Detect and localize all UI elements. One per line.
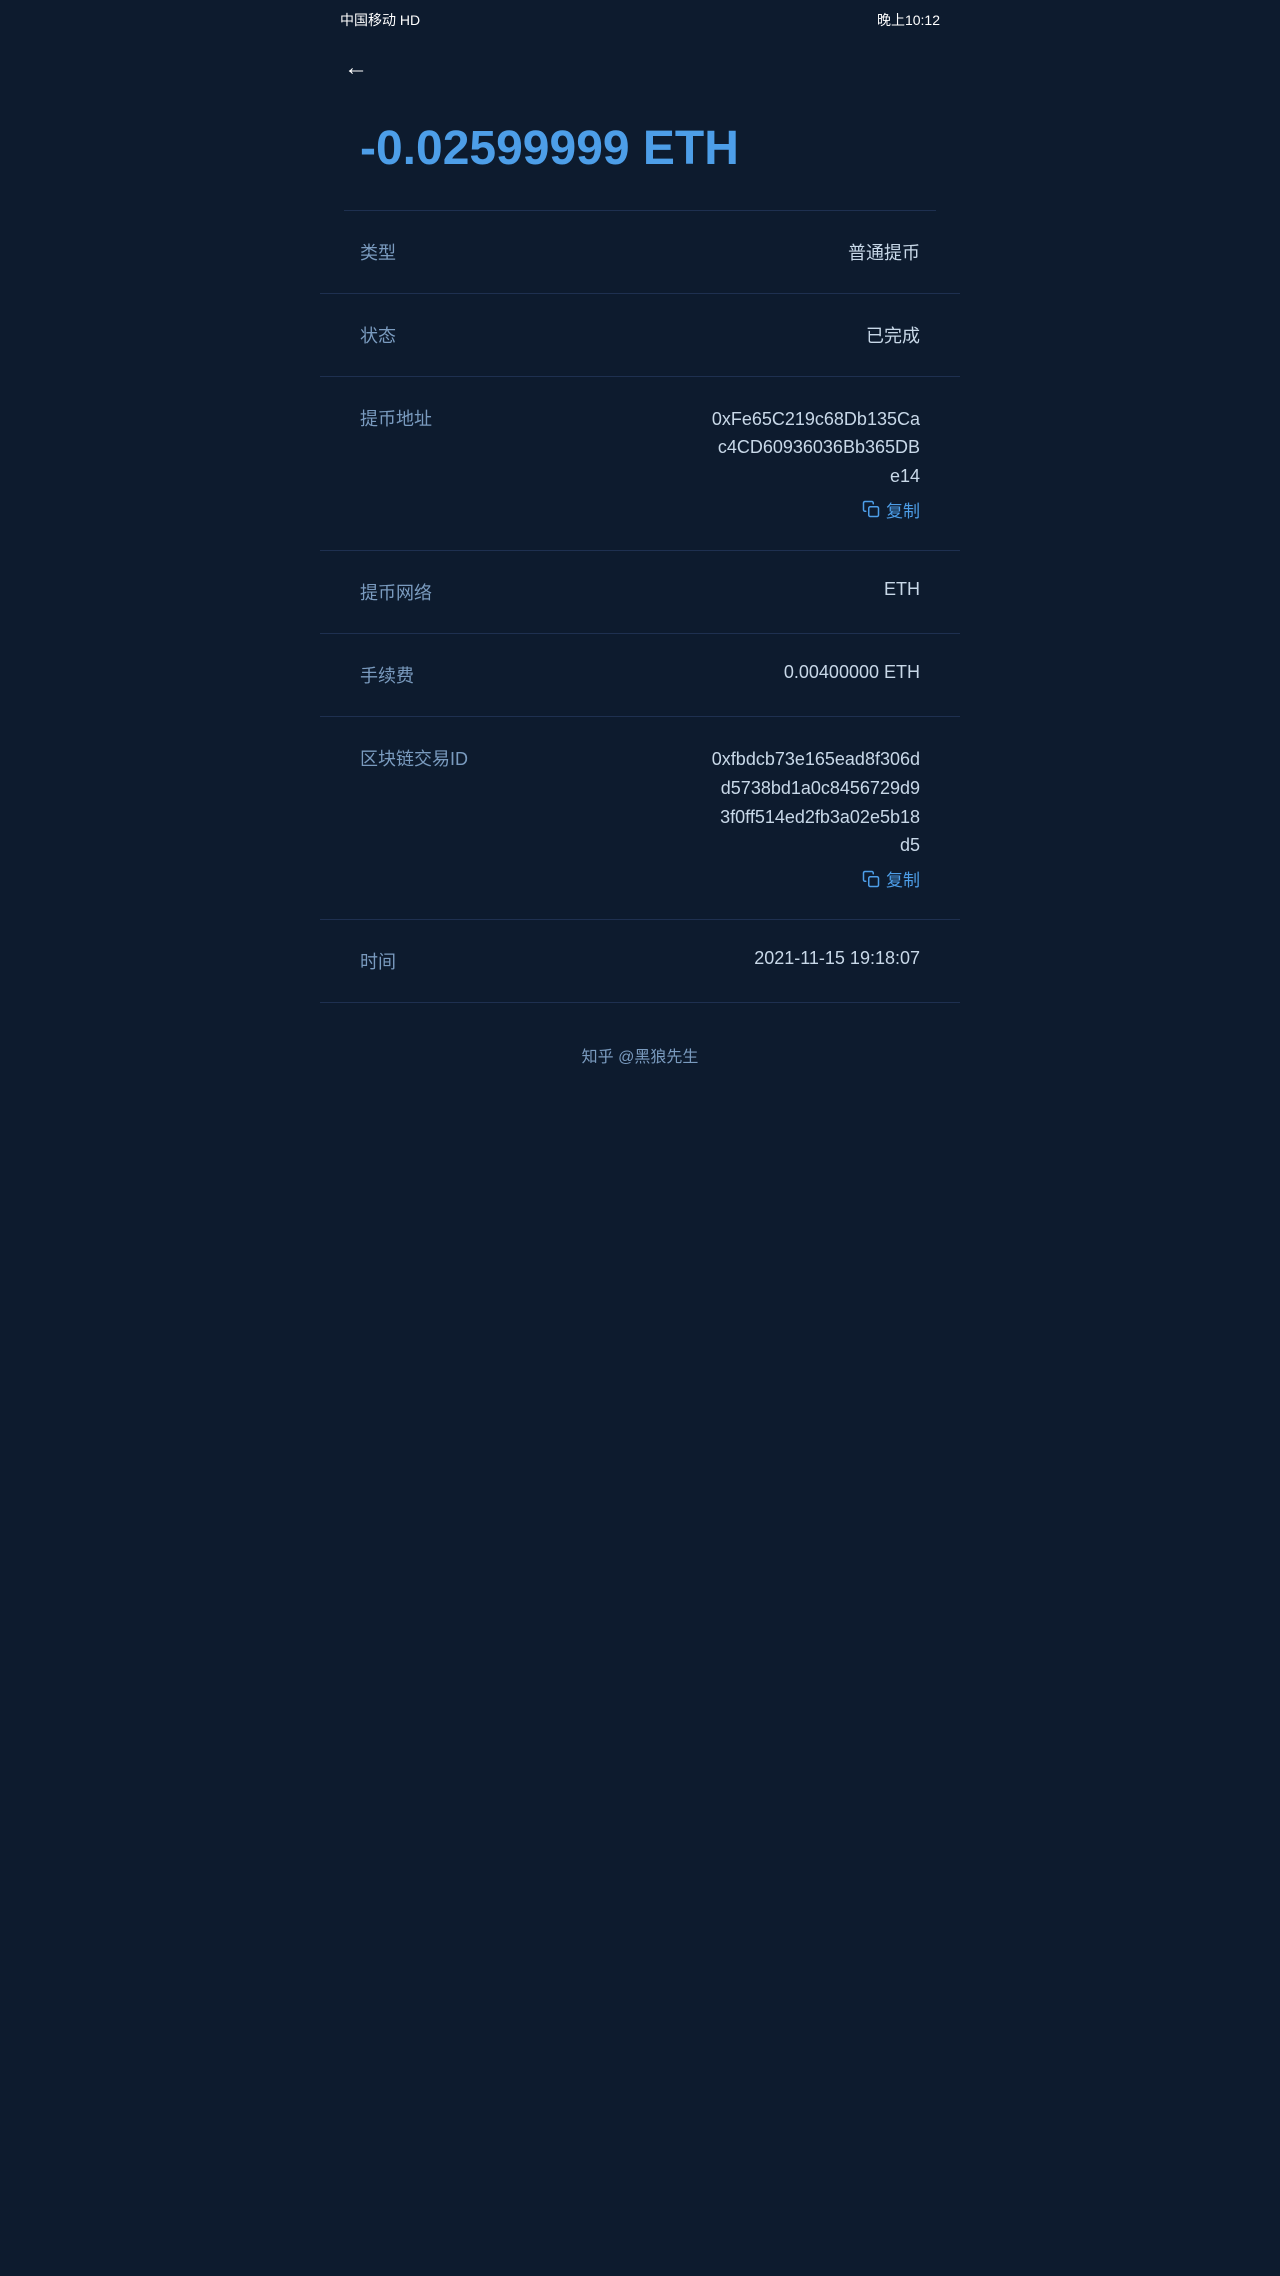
time-text: 晚上10:12 xyxy=(877,10,940,30)
row-value-block: 0xFe65C219c68Db135Cac4CD60936036Bb365DBe… xyxy=(573,405,920,522)
detail-row: 提币地址 0xFe65C219c68Db135Cac4CD60936036Bb36… xyxy=(320,377,960,551)
row-plain-value: 普通提币 xyxy=(848,239,920,265)
row-address-value: 0xfbdcb73e165ead8f306dd5738bd1a0c8456729… xyxy=(712,745,920,860)
amount-section: -0.02599999 ETH xyxy=(320,96,960,210)
detail-rows: 类型 普通提币状态 已完成提币地址 0xFe65C219c68Db135Cac4CD6… xyxy=(320,211,960,1004)
copy-icon xyxy=(862,500,880,518)
copy-label: 复制 xyxy=(886,497,920,522)
row-address-value: 0xFe65C219c68Db135Cac4CD60936036Bb365DBe… xyxy=(712,405,920,491)
row-plain-value: ETH xyxy=(884,579,920,600)
row-label: 提币网络 xyxy=(360,579,440,605)
row-label: 区块链交易ID xyxy=(360,745,468,771)
nav-bar: ← xyxy=(320,40,960,96)
detail-row: 类型 普通提币 xyxy=(320,211,960,294)
detail-row: 手续费 0.00400000 ETH xyxy=(320,634,960,717)
row-label: 手续费 xyxy=(360,662,440,688)
detail-row: 状态 已完成 xyxy=(320,294,960,377)
detail-row: 时间 2021-11-15 19:18:07 xyxy=(320,920,960,1003)
back-button[interactable]: ← xyxy=(344,56,368,80)
row-plain-value: 0.00400000 ETH xyxy=(784,662,920,683)
copy-button[interactable]: 复制 xyxy=(862,497,920,522)
detail-row: 区块链交易ID 0xfbdcb73e165ead8f306dd5738bd1a0c… xyxy=(320,717,960,920)
copy-label: 复制 xyxy=(886,866,920,891)
row-label: 类型 xyxy=(360,239,440,265)
row-label: 提币地址 xyxy=(360,405,440,431)
copy-icon xyxy=(862,870,880,888)
row-label: 时间 xyxy=(360,948,440,974)
footer-watermark: 知乎 @黑狼先生 xyxy=(320,1003,960,1091)
status-bar: 中国移动 HD 晚上10:12 xyxy=(320,0,960,40)
row-label: 状态 xyxy=(360,322,440,348)
copy-button[interactable]: 复制 xyxy=(862,866,920,891)
carrier-text: 中国移动 HD xyxy=(340,10,420,30)
amount-value: -0.02599999 ETH xyxy=(360,120,920,178)
row-plain-value: 2021-11-15 19:18:07 xyxy=(754,948,920,969)
row-value-block: 0xfbdcb73e165ead8f306dd5738bd1a0c8456729… xyxy=(573,745,920,891)
detail-row: 提币网络 ETH xyxy=(320,551,960,634)
row-plain-value: 已完成 xyxy=(866,322,920,348)
